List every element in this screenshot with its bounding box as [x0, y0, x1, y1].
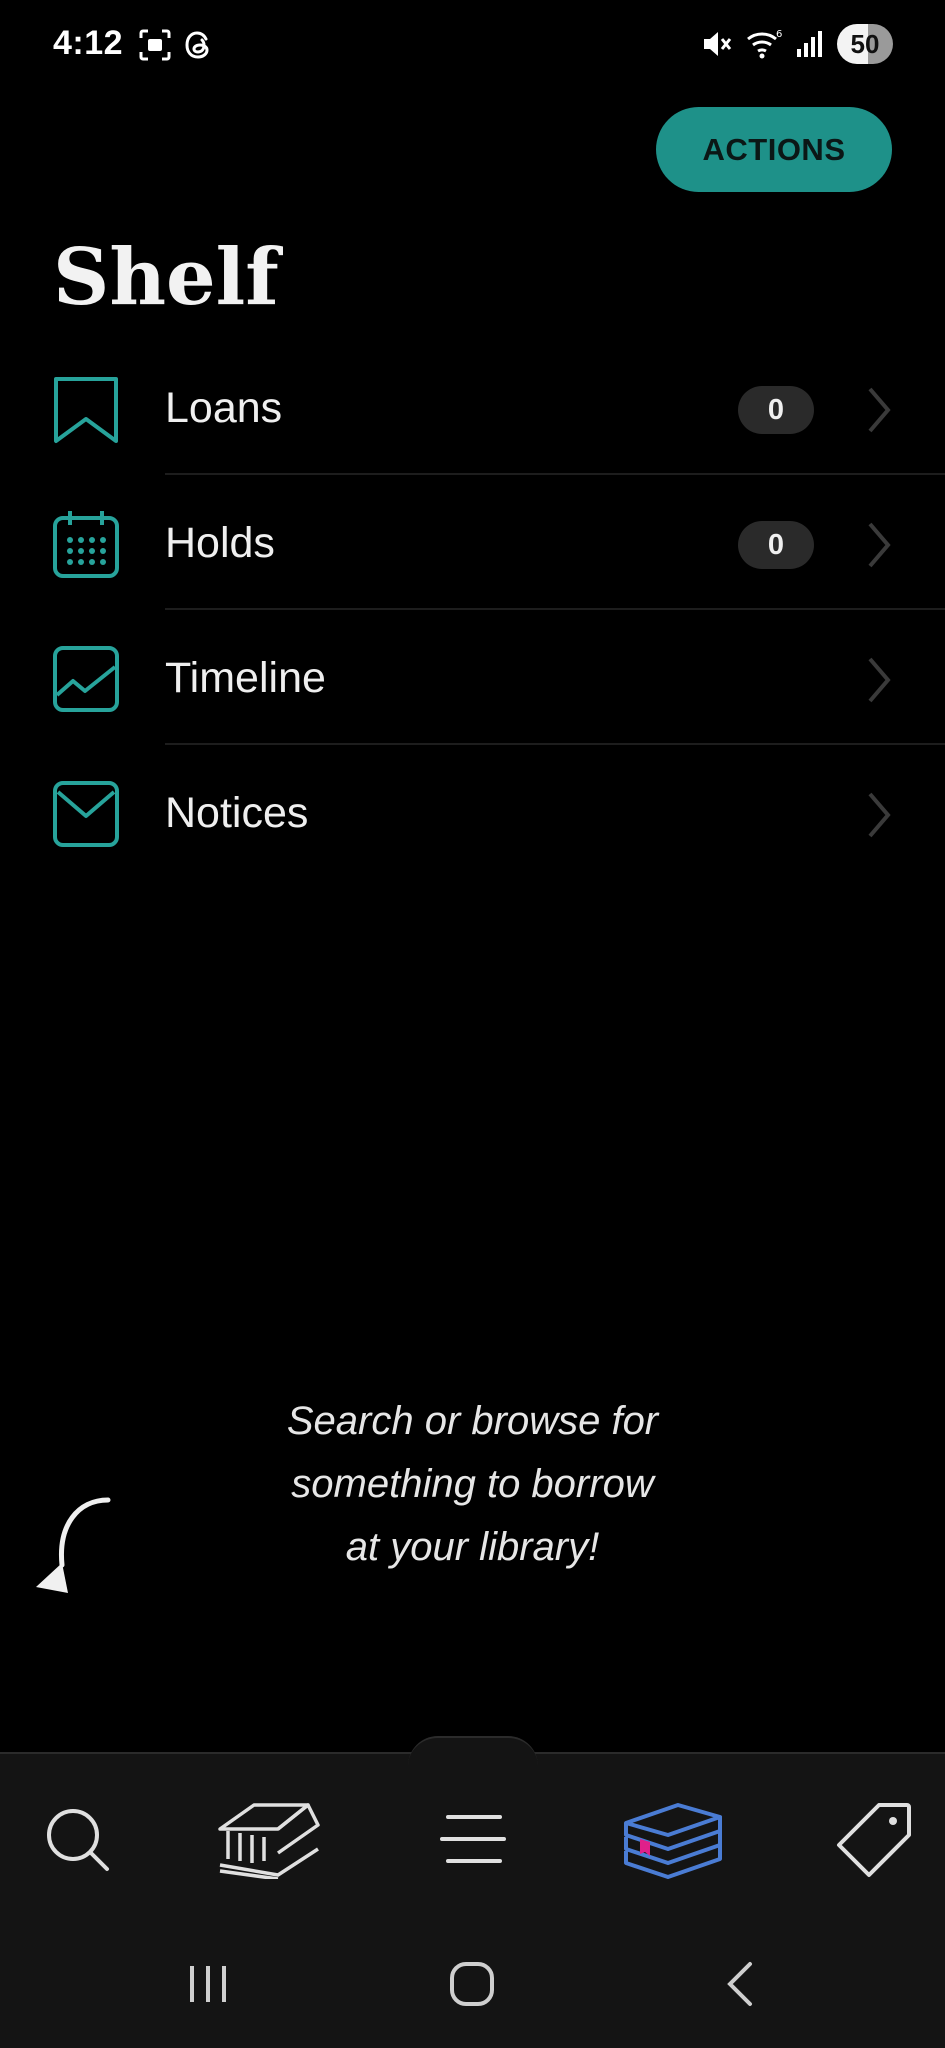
- chevron-right-icon: [868, 522, 891, 568]
- menu-icon: [440, 1815, 506, 1863]
- nav-menu[interactable]: [418, 1794, 528, 1884]
- battery-badge: 50: [837, 24, 893, 64]
- home-icon: [450, 1962, 494, 2006]
- shelf-item-label: Notices: [165, 789, 309, 837]
- empty-state-line: something to borrow: [291, 1462, 654, 1506]
- page-title: Shelf: [53, 232, 279, 323]
- mute-icon: [704, 32, 732, 56]
- shelf-item-loans[interactable]: Loans 0: [0, 340, 945, 475]
- nav-shelf[interactable]: [618, 1794, 728, 1884]
- empty-state-message: Search or browse for something to borrow…: [200, 1390, 745, 1579]
- calendar-icon: [53, 511, 119, 578]
- nav-library[interactable]: [214, 1794, 324, 1884]
- count-badge: 0: [738, 521, 814, 569]
- bottom-nav: [0, 1736, 945, 1912]
- empty-state-line: at your library!: [345, 1525, 600, 1569]
- status-time: 4:12: [53, 24, 124, 62]
- curved-arrow-icon: [36, 1497, 111, 1593]
- home-button[interactable]: [442, 1954, 502, 2014]
- chart-icon: [53, 646, 119, 712]
- status-right: 6 50: [699, 24, 893, 64]
- back-icon: [727, 1962, 752, 2006]
- search-icon: [47, 1809, 109, 1871]
- count-badge: 0: [738, 386, 814, 434]
- chevron-right-icon: [868, 657, 891, 703]
- tag-icon: [837, 1803, 911, 1877]
- shelf-item-label: Loans: [165, 384, 283, 432]
- chevron-right-icon: [868, 792, 891, 838]
- shelf-item-timeline[interactable]: Timeline: [0, 610, 945, 745]
- shelf-item-label: Holds: [165, 519, 275, 567]
- recent-apps-icon: [190, 1966, 226, 2002]
- wifi-icon: 6: [747, 29, 782, 59]
- system-nav: [0, 1912, 945, 2048]
- nav-hump: [408, 1736, 538, 1766]
- library-icon: [218, 1803, 320, 1879]
- status-left-icons: [138, 28, 216, 62]
- nav-search[interactable]: [22, 1794, 132, 1884]
- shelf-list: Loans 0 Holds 0 Timeline Notices: [0, 340, 945, 880]
- nav-tags[interactable]: [820, 1794, 930, 1884]
- status-bar: 4:12 6 50: [0, 0, 945, 92]
- threads-icon: [185, 31, 209, 59]
- shelf-item-holds[interactable]: Holds 0: [0, 475, 945, 610]
- envelope-icon: [53, 781, 119, 847]
- recent-apps-button[interactable]: [178, 1954, 238, 2014]
- back-button[interactable]: [710, 1954, 770, 2014]
- bookmark-icon: [54, 377, 118, 443]
- signal-icon: [797, 31, 822, 57]
- shelf-item-label: Timeline: [165, 654, 326, 702]
- empty-state-line: Search or browse for: [286, 1399, 659, 1443]
- svg-text:6: 6: [776, 29, 782, 40]
- screenshot-icon: [139, 29, 171, 61]
- shelf-item-notices[interactable]: Notices: [0, 745, 945, 880]
- chevron-right-icon: [868, 387, 891, 433]
- shelf-books-icon: [624, 1803, 722, 1879]
- actions-button[interactable]: ACTIONS: [656, 107, 892, 192]
